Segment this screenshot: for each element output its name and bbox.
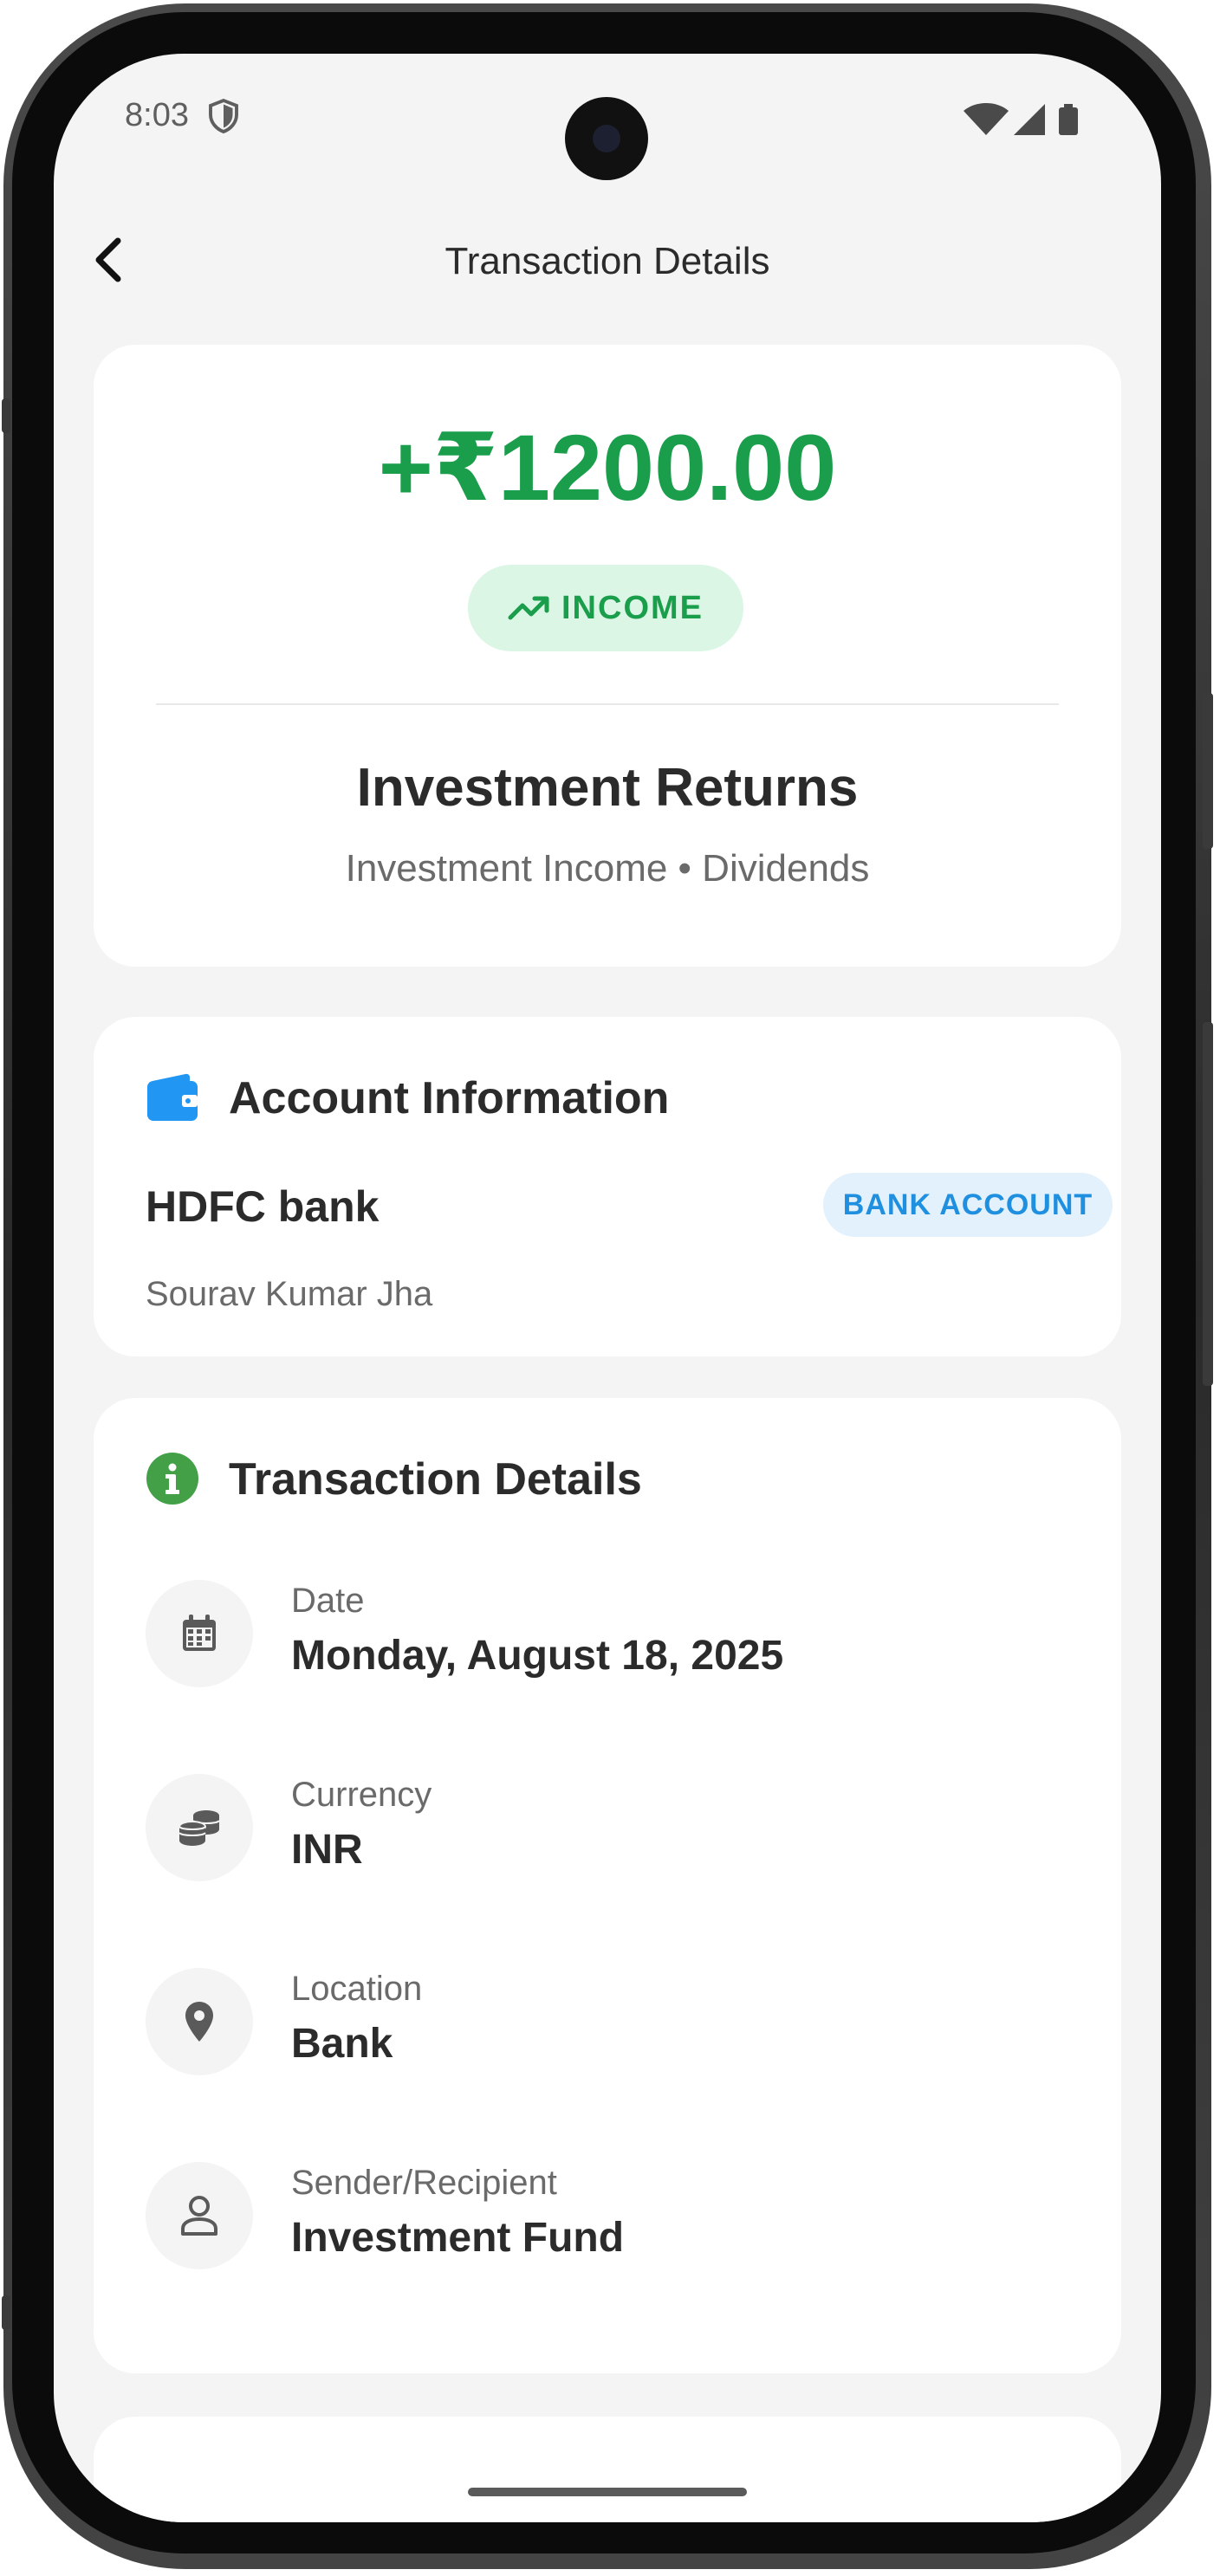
section-title-account: Account Information [229,1073,670,1123]
battery-icon [1059,104,1078,135]
wifi-icon [964,103,1009,135]
power-button [1203,1022,1213,1386]
detail-row-location: Location Bank [146,1968,1081,2075]
detail-row-sender-recipient: Sender/Recipient Investment Fund [146,2162,1081,2269]
side-notch [2,2295,10,2330]
person-icon [181,2196,217,2236]
page-title: Transaction Details [445,240,770,282]
detail-icon-wrap [146,1968,253,2075]
volume-button [1203,693,1213,849]
front-camera [565,97,648,180]
account-info-card: Account Information HDFC bank BANK ACCOU… [94,1017,1121,1356]
transaction-amount: +₹1200.00 [378,415,837,520]
wallet-icon [147,1073,198,1121]
income-badge-label: INCOME [561,589,704,626]
location-pin-icon [185,2002,213,2042]
side-notch [2,398,10,433]
detail-value: Bank [291,2021,393,2067]
phone-frame: 8:03 Transaction Details +₹1200.00 INCOM… [0,0,1220,2576]
account-holder-name: Sourav Kumar Jha [146,1275,433,1313]
coins-icon [178,1810,220,1846]
info-icon [146,1453,198,1505]
detail-label: Location [291,1970,423,2008]
detail-row-currency: Currency INR [146,1774,1081,1881]
signal-icon [1014,104,1045,135]
transaction-details-card: Transaction Details Date Monday, August … [94,1398,1121,2373]
screen: 8:03 Transaction Details +₹1200.00 INCOM… [54,54,1161,2522]
calendar-icon [183,1615,216,1651]
detail-label: Currency [291,1776,432,1814]
section-title-details: Transaction Details [229,1454,642,1505]
bank-name: HDFC bank [146,1182,380,1231]
detail-icon-wrap [146,2162,253,2269]
summary-card: +₹1200.00 INCOME Investment Returns Inve… [94,345,1121,967]
detail-value: Investment Fund [291,2215,625,2261]
trending-up-icon [508,596,549,620]
detail-label: Date [291,1582,365,1620]
status-icons [964,103,1078,135]
detail-value: Monday, August 18, 2025 [291,1633,784,1679]
detail-row-date: Date Monday, August 18, 2025 [146,1580,1081,1687]
income-badge: INCOME [468,565,743,651]
detail-label: Sender/Recipient [291,2164,557,2202]
divider [156,703,1059,705]
home-indicator[interactable] [468,2488,747,2496]
detail-icon-wrap [146,1580,253,1687]
next-card [94,2417,1121,2522]
detail-value: INR [291,1827,363,1873]
transaction-subtitle: Investment Income • Dividends [345,847,870,890]
shield-icon [209,99,238,133]
status-time: 8:03 [125,97,189,133]
detail-icon-wrap [146,1774,253,1881]
transaction-title: Investment Returns [356,758,859,818]
account-type-badge: BANK ACCOUNT [823,1173,1113,1237]
